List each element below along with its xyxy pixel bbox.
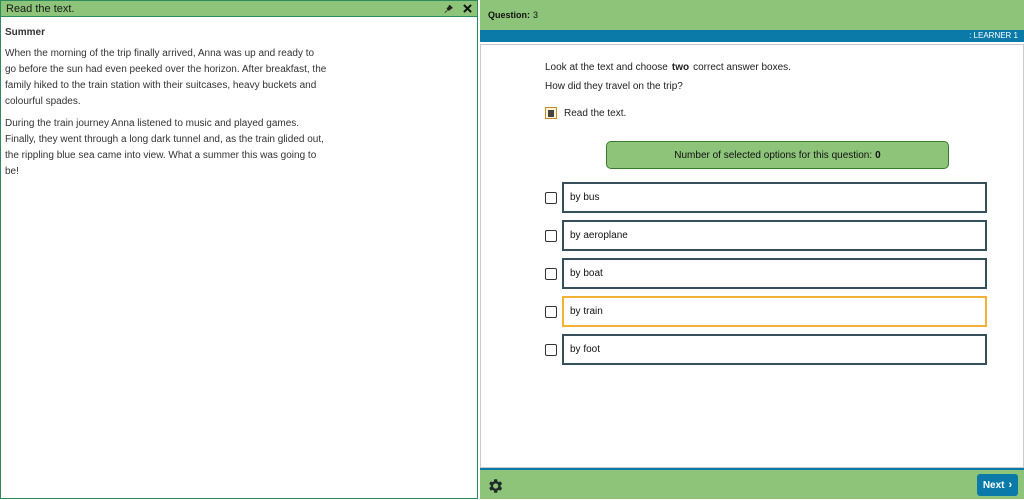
option-label[interactable]: by aeroplane (562, 220, 987, 251)
passage-paragraph: When the morning of the trip finally arr… (5, 48, 327, 107)
answer-option[interactable]: by boat (545, 258, 987, 289)
option-checkbox[interactable] (545, 343, 557, 356)
question-number: 3 (533, 10, 539, 20)
answer-option[interactable]: by aeroplane (545, 220, 987, 251)
reading-panel-header: Read the text. (1, 1, 477, 17)
instruction-emphasis: two (671, 62, 690, 73)
document-icon (545, 107, 557, 119)
close-icon[interactable] (459, 2, 475, 16)
option-label[interactable]: by foot (562, 334, 987, 365)
next-label: Next (982, 479, 1005, 491)
chevron-right-icon: › (1008, 479, 1013, 491)
learner-bar: : LEARNER 1 (480, 30, 1024, 42)
gear-icon[interactable] (486, 477, 504, 495)
answer-option[interactable]: by foot (545, 334, 987, 365)
option-label[interactable]: by bus (562, 182, 987, 213)
answer-option[interactable]: by bus (545, 182, 987, 213)
counter-value: 0 (875, 149, 881, 161)
instruction-text: Look at the text and choose (545, 62, 668, 73)
passage: Summer When the morning of the trip fina… (1, 17, 331, 196)
footer-bar: Next › (480, 468, 1024, 499)
read-text-link[interactable]: Read the text. (545, 107, 626, 119)
passage-paragraph: During the train journey Anna listened t… (5, 118, 324, 177)
passage-title: Summer (5, 27, 46, 38)
counter-label: Number of selected options for this ques… (674, 149, 873, 161)
instruction-text-end: correct answer boxes. (693, 62, 791, 73)
question-text: How did they travel on the trip? (545, 81, 683, 92)
reading-panel: Read the text. Summer When the morning o… (0, 0, 478, 499)
next-button[interactable]: Next › (977, 474, 1018, 496)
question-label: Question: (488, 10, 530, 20)
selection-counter: Number of selected options for this ques… (606, 141, 949, 169)
option-checkbox[interactable] (545, 191, 557, 204)
reading-panel-title: Read the text. (6, 2, 75, 15)
question-area: Look at the text and choose two correct an… (480, 44, 1024, 468)
option-checkbox[interactable] (545, 267, 557, 280)
question-header: Question: 3 (480, 0, 1024, 30)
option-label[interactable]: by train (562, 296, 987, 327)
answer-option[interactable]: by train (545, 296, 987, 327)
option-checkbox[interactable] (545, 305, 557, 318)
pin-icon[interactable] (441, 2, 457, 16)
read-text-label: Read the text. (564, 107, 627, 119)
option-checkbox[interactable] (545, 229, 557, 242)
option-label[interactable]: by boat (562, 258, 987, 289)
instruction: Look at the text and choose two correct an… (545, 62, 791, 73)
